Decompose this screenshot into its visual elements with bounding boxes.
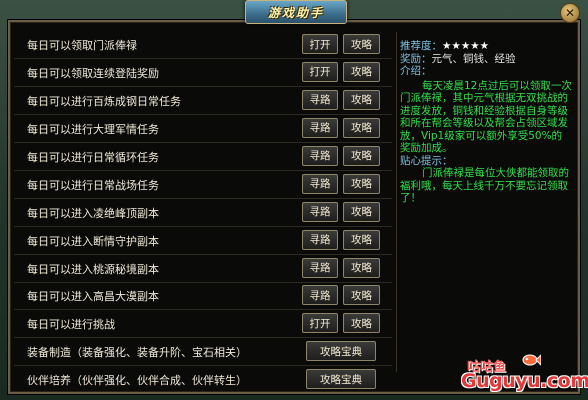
task-label: 每日可以进行日常战场任务 [27,178,159,192]
window-title: 游戏助手 [267,5,324,20]
task-row: 每日可以进行大理军情任务 寻路 攻略 [14,116,392,143]
guide-button[interactable]: 攻略 [343,285,380,306]
task-label: 每日可以进行百炼成钢日常任务 [27,94,181,108]
task-row: 每日可以进入凌绝峰顶副本 寻路 攻略 [14,200,392,227]
rating-stars: ★★★★★ [442,40,490,52]
task-label: 每日可以进入桃源秘境副本 [27,262,159,276]
guide-button[interactable]: 攻略 [343,173,380,194]
task-row: 每日可以领取连续登陆奖励 打开 攻略 [14,60,392,87]
pathfind-button[interactable]: 寻路 [302,173,338,194]
watermark-en: Guguyu.com [461,370,588,392]
task-label: 每日可以领取门派俸禄 [27,39,137,52]
info-panel: 推荐度：★★★★★ 奖励：元气、铜钱、经验 介绍： 每天凌晨12点过后可以领取一… [400,40,572,205]
intro-text: 每天凌晨12点过后可以领取一次门派俸禄，其中元气根据无双挑战的进度发放，铜钱和经… [400,79,572,155]
task-row: 每日可以进入桃源秘境副本 寻路 攻略 [14,256,392,283]
intro-label-line: 介绍： [400,65,572,78]
task-label: 每日可以进行挑战 [27,318,115,332]
task-label: 每日可以进入高昌大漠副本 [27,290,159,304]
task-row: 每日可以进入高昌大漠副本 寻路 攻略 [14,283,392,311]
task-label: 每日可以进入断情守护副本 [27,234,159,248]
reward-label: 奖励： [400,52,432,65]
guide-button[interactable]: 攻略 [343,201,380,222]
task-list: 每日可以领取门派俸禄 打开 攻略 每日可以领取连续登陆奖励 打开 攻略 每日可以… [14,32,392,394]
pathfind-button[interactable]: 寻路 [302,89,338,110]
guide-button[interactable]: 攻略 [343,117,380,138]
guide-label: 装备制造（装备强化、装备升阶、宝石相关） [27,346,247,360]
guide-book-button[interactable]: 攻略宝典 [306,369,376,390]
task-row: 每日可以领取门派俸禄 打开 攻略 [14,32,392,59]
task-label: 每日可以进入凌绝峰顶副本 [27,206,159,220]
pathfind-button[interactable]: 寻路 [302,229,338,250]
open-button[interactable]: 打开 [302,313,338,334]
panel-divider [396,32,397,372]
close-icon[interactable]: ✕ [560,3,580,23]
task-row: 每日可以进行挑战 打开 攻略 [14,311,392,339]
guide-button[interactable]: 攻略 [343,34,380,54]
tip-label-line: 贴心提示： [400,155,572,168]
guide-button[interactable]: 攻略 [343,229,380,250]
task-row: 每日可以进行日常战场任务 寻路 攻略 [14,172,392,199]
window-title-plate: 游戏助手 [245,0,347,24]
pathfind-button[interactable]: 寻路 [302,117,338,138]
task-label: 每日可以进行日常循环任务 [27,150,159,164]
tip-text: 门派俸禄是每位大侠都能领取的福利哦，每天上线千万不要忘记领取了！ [400,167,569,204]
open-button[interactable]: 打开 [302,61,338,82]
guide-row: 装备制造（装备强化、装备升阶、宝石相关） 攻略宝典 [14,339,392,367]
pathfind-button[interactable]: 寻路 [302,285,338,306]
intro-label: 介绍： [400,65,432,77]
reward-line: 奖励：元气、铜钱、经验 [400,53,572,66]
guide-button[interactable]: 攻略 [343,145,380,166]
guide-button[interactable]: 攻略 [343,89,380,110]
guide-button[interactable]: 攻略 [343,61,380,82]
guide-row: 伙伴培养（伙伴强化、伙伴合成、伙伴转生） 攻略宝典 [14,367,392,393]
task-label: 每日可以领取连续登陆奖励 [27,66,159,80]
task-row: 每日可以进行日常循环任务 寻路 攻略 [14,144,392,171]
pathfind-button[interactable]: 寻路 [302,257,338,278]
guide-book-button[interactable]: 攻略宝典 [306,341,376,362]
pathfind-button[interactable]: 寻路 [302,201,338,222]
pathfind-button[interactable]: 寻路 [302,145,338,166]
recommend-line: 推荐度：★★★★★ [400,40,572,53]
guide-button[interactable]: 攻略 [343,257,380,278]
reward-value: 元气、铜钱、经验 [431,52,516,65]
fish-icon [522,354,541,366]
task-row: 每日可以进行百炼成钢日常任务 寻路 攻略 [14,88,392,115]
open-button[interactable]: 打开 [302,34,338,54]
task-label: 每日可以进行大理军情任务 [27,122,159,136]
guide-button[interactable]: 攻略 [343,313,380,334]
recommend-label: 推荐度： [400,40,442,52]
tip-label: 贴心提示： [400,154,453,167]
guide-label: 伙伴培养（伙伴强化、伙伴合成、伙伴转生） [27,374,247,388]
task-row: 每日可以进入断情守护副本 寻路 攻略 [14,228,392,255]
